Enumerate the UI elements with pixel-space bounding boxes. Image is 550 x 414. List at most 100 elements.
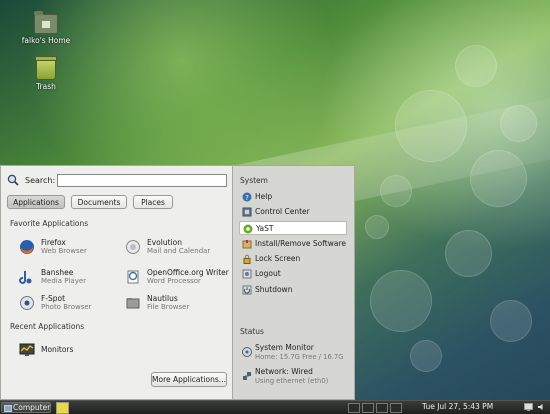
app-desc: Word Processor — [147, 277, 201, 285]
app-name: Banshee — [41, 268, 74, 277]
app-monitors[interactable]: Monitors — [19, 341, 119, 361]
wallpaper-bokeh — [500, 105, 537, 142]
evolution-icon — [126, 240, 140, 254]
tab-applications[interactable]: Applications — [7, 195, 65, 209]
wallpaper-bokeh — [370, 270, 432, 332]
status-name: System Monitor — [255, 343, 314, 352]
system-item-label: YaST — [256, 224, 274, 233]
wallpaper-bokeh — [365, 215, 389, 239]
fspot-icon — [20, 296, 34, 310]
app-name: Evolution — [147, 238, 182, 247]
app-desc: File Browser — [147, 303, 190, 311]
workspace-1[interactable] — [348, 403, 360, 413]
app-name: Nautilus — [147, 294, 178, 303]
trash-icon — [35, 56, 57, 80]
bottom-panel: Computer Tue Jul 27, 5:43 PM — [0, 400, 550, 414]
status-item-system-monitor[interactable]: System Monitor Home: 15.7G Free / 16.7G — [239, 343, 351, 365]
computer-menu-button[interactable]: Computer — [1, 402, 51, 413]
wallpaper-bokeh — [395, 90, 467, 162]
system-monitor-icon — [242, 347, 252, 357]
app-desc: Web Browser — [41, 247, 87, 255]
wallpaper-bokeh — [380, 175, 412, 207]
system-item-yast[interactable]: YaST — [239, 221, 347, 235]
app-fspot[interactable]: F-Spot Photo Browser — [19, 294, 119, 314]
writer-icon — [127, 270, 139, 284]
desktop-icon-label: Trash — [36, 82, 56, 91]
logout-icon — [242, 269, 252, 279]
banshee-icon — [19, 271, 32, 284]
app-name: OpenOffice.org Writer — [147, 268, 229, 277]
search-icon — [7, 174, 19, 186]
system-item-lock-screen[interactable]: Lock Screen — [239, 252, 347, 266]
yast-icon — [243, 224, 253, 234]
system-item-label: Install/Remove Software — [255, 239, 346, 248]
workspace-3[interactable] — [376, 403, 388, 413]
svg-text:?: ? — [245, 194, 249, 202]
network-tray-icon[interactable] — [524, 403, 533, 411]
volume-tray-icon[interactable] — [537, 403, 546, 411]
tab-documents[interactable]: Documents — [71, 195, 127, 209]
app-name: Monitors — [41, 345, 74, 354]
search-row: Search: — [7, 174, 229, 188]
workspace-2[interactable] — [362, 403, 374, 413]
help-icon: ? — [242, 192, 252, 202]
app-desc: Media Player — [41, 277, 87, 285]
app-writer[interactable]: OpenOffice.org Writer Word Processor — [125, 268, 230, 288]
system-item-logout[interactable]: Logout — [239, 267, 347, 281]
wallpaper-bokeh — [410, 340, 442, 372]
software-icon — [242, 240, 252, 249]
menu-system-pane: System ? Help Control Center YaST Instal… — [233, 165, 355, 400]
shutdown-icon — [242, 285, 252, 295]
workspace-4[interactable] — [390, 403, 402, 413]
desktop-icon-label: falko's Home — [21, 36, 71, 45]
wallpaper-bokeh — [445, 230, 492, 277]
wallpaper-bokeh — [490, 300, 532, 342]
app-banshee[interactable]: Banshee Media Player — [19, 268, 119, 288]
app-desc: Mail and Calendar — [147, 247, 211, 255]
system-item-label: Lock Screen — [255, 254, 301, 263]
computer-label: Computer — [13, 403, 51, 412]
control-center-icon — [242, 207, 252, 217]
desktop-icon-trash[interactable]: Trash — [16, 56, 76, 91]
search-input[interactable] — [57, 174, 227, 187]
computer-icon — [4, 405, 12, 412]
app-desc: Photo Browser — [41, 303, 92, 311]
app-evolution[interactable]: Evolution Mail and Calendar — [125, 238, 230, 258]
system-item-label: Help — [255, 192, 273, 201]
notes-launcher-icon[interactable] — [56, 402, 69, 414]
system-item-install-software[interactable]: Install/Remove Software — [239, 237, 347, 251]
system-title: System — [240, 176, 268, 185]
wallpaper-bokeh — [455, 45, 497, 87]
search-label: Search: — [25, 176, 56, 185]
system-item-label: Shutdown — [255, 285, 293, 294]
monitors-icon — [19, 343, 35, 356]
recent-title: Recent Applications — [10, 322, 85, 331]
panel-clock[interactable]: Tue Jul 27, 5:43 PM — [422, 401, 493, 413]
home-folder-icon — [34, 11, 58, 34]
system-item-label: Logout — [255, 269, 281, 278]
favorites-title: Favorite Applications — [10, 219, 89, 228]
wallpaper-bokeh — [470, 150, 527, 207]
app-nautilus[interactable]: Nautilus File Browser — [125, 294, 230, 314]
status-detail: Home: 15.7G Free / 16.7G — [255, 353, 344, 361]
app-firefox[interactable]: Firefox Web Browser — [19, 238, 119, 258]
system-item-shutdown[interactable]: Shutdown — [239, 283, 347, 297]
network-icon — [243, 372, 251, 380]
status-name: Network: Wired — [255, 367, 313, 376]
more-applications-button[interactable]: More Applications... — [151, 372, 227, 387]
system-item-help[interactable]: ? Help — [239, 190, 347, 204]
main-menu: Search: Applications Documents Places Fa… — [0, 165, 355, 400]
tab-places[interactable]: Places — [133, 195, 173, 209]
system-item-label: Control Center — [255, 207, 310, 216]
desktop-icon-home[interactable]: falko's Home — [16, 11, 76, 45]
status-detail: Using ethernet (eth0) — [255, 377, 329, 385]
menu-applications-pane: Search: Applications Documents Places Fa… — [0, 165, 233, 400]
nautilus-icon — [126, 298, 140, 309]
lock-icon — [243, 254, 251, 264]
status-item-network[interactable]: Network: Wired Using ethernet (eth0) — [239, 367, 351, 389]
system-item-control-center[interactable]: Control Center — [239, 205, 347, 219]
app-name: F-Spot — [41, 294, 66, 303]
app-name: Firefox — [41, 238, 66, 247]
status-title: Status — [240, 327, 264, 336]
firefox-icon — [20, 240, 34, 254]
